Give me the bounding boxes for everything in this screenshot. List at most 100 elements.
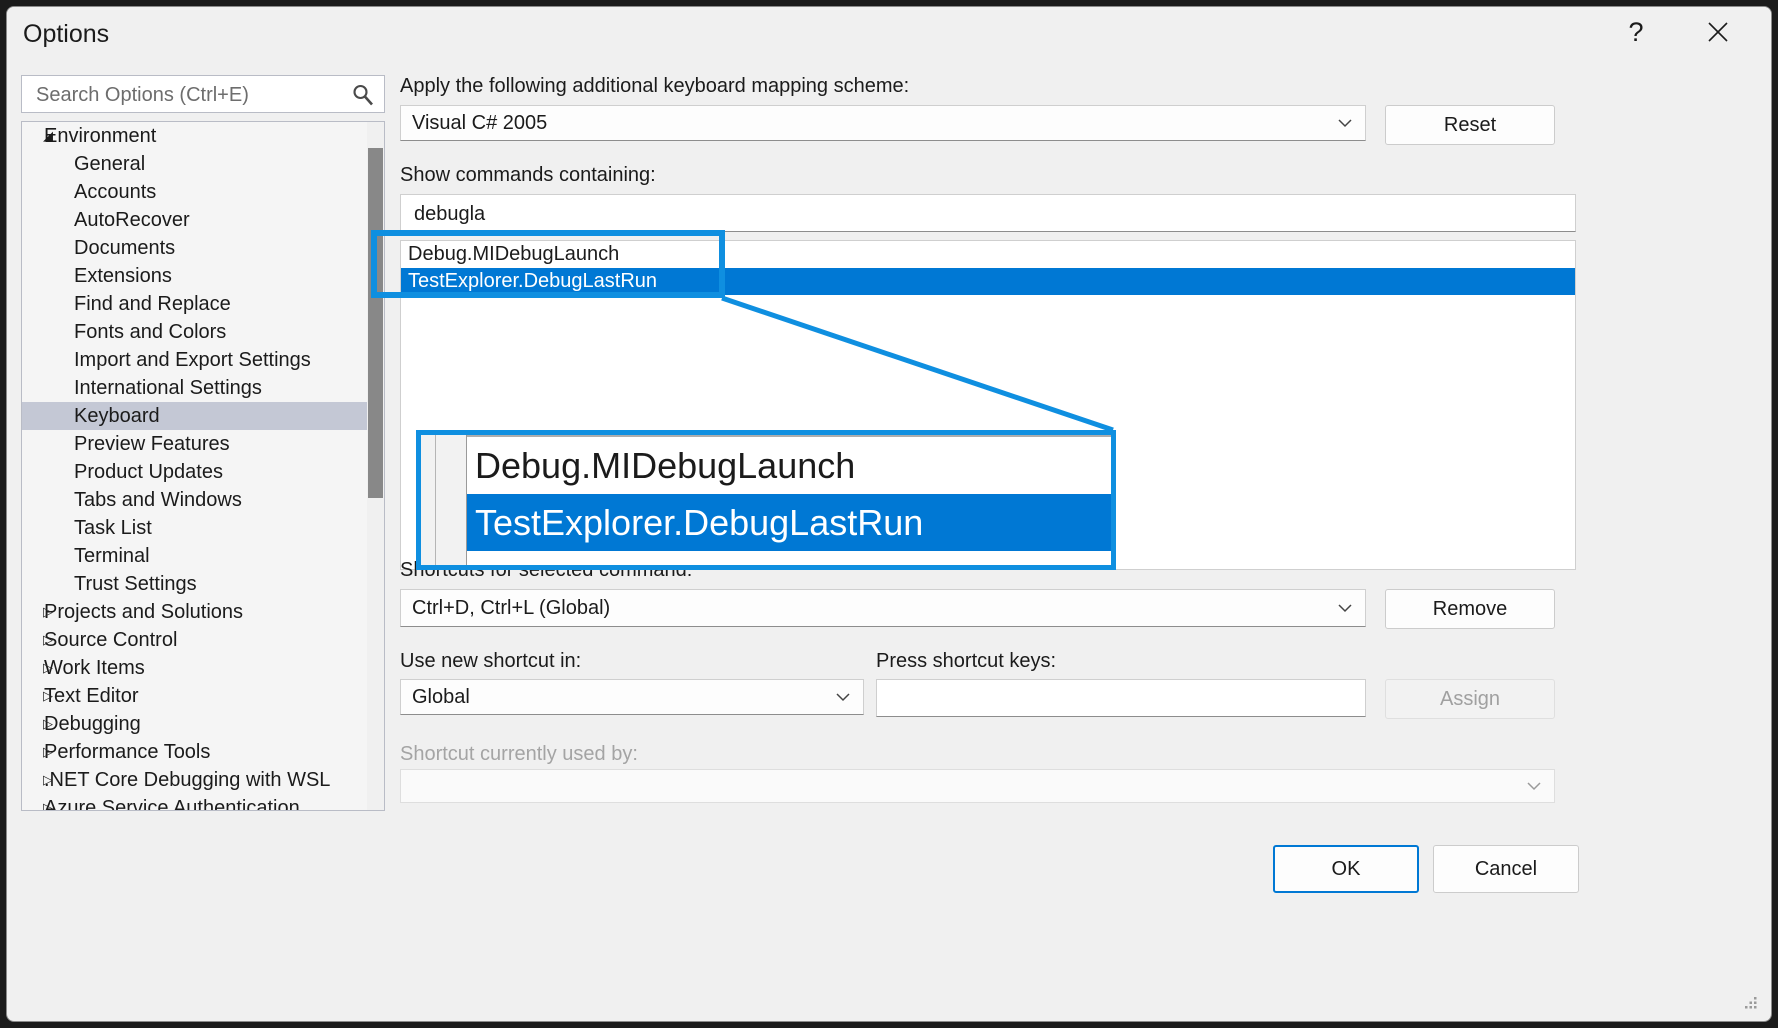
callout-gutter-left	[421, 435, 436, 565]
assign-button[interactable]: Assign	[1385, 679, 1555, 719]
tree-scrollbar-track[interactable]	[367, 122, 384, 810]
page-title: Options	[23, 20, 110, 48]
show-commands-containing-box[interactable]	[400, 194, 1576, 233]
callout-list-item-label: Debug.MIDebugLaunch	[475, 445, 856, 486]
sidebar-item-label: Preview Features	[74, 433, 230, 455]
sidebar-item-autorecover[interactable]: AutoRecover	[22, 206, 384, 234]
cancel-button[interactable]: Cancel	[1433, 845, 1579, 893]
filter-label: Show commands containing:	[400, 164, 656, 186]
use-new-shortcut-in-label: Use new shortcut in:	[400, 650, 582, 672]
search-box[interactable]	[21, 75, 385, 114]
title-bar: Options ?	[7, 7, 1771, 61]
tree-scrollbar-thumb[interactable]	[368, 148, 383, 498]
command-list-item-label: TestExplorer.DebugLastRun	[408, 270, 658, 292]
keyboard-mapping-scheme-combo[interactable]: Visual C# 2005	[400, 105, 1366, 141]
sidebar-item-azure-service-authentication[interactable]: ▷ Azure Service Authentication	[22, 794, 384, 811]
triangle-right-icon[interactable]: ▷	[43, 710, 57, 738]
triangle-right-icon[interactable]: ▷	[43, 794, 57, 810]
sidebar-item-net-core-debugging-with-wsl[interactable]: ▷ .NET Core Debugging with WSL	[22, 766, 384, 794]
sidebar-item-label: Work Items	[44, 657, 145, 679]
sidebar-item-label: Keyboard	[74, 405, 160, 427]
show-commands-containing-input[interactable]	[412, 195, 1568, 233]
sidebar-item-documents[interactable]: Documents	[22, 234, 384, 262]
shortcuts-for-command-value: Ctrl+D, Ctrl+L (Global)	[412, 596, 611, 619]
shortcut-used-by-combo[interactable]	[400, 769, 1555, 803]
chevron-down-icon	[1338, 604, 1352, 613]
callout-rows: Debug.MIDebugLaunch TestExplorer.DebugLas…	[467, 435, 1111, 565]
sidebar-item-label: Task List	[74, 517, 152, 539]
search-icon[interactable]	[351, 83, 375, 107]
close-button[interactable]	[1691, 7, 1745, 57]
keyboard-mapping-scheme-value: Visual C# 2005	[412, 111, 548, 134]
triangle-right-icon[interactable]: ▷	[43, 738, 57, 766]
sidebar-item-fonts-and-colors[interactable]: Fonts and Colors	[22, 318, 384, 346]
sidebar-item-work-items[interactable]: ▷ Work Items	[22, 654, 384, 682]
sidebar-item-label: Azure Service Authentication	[44, 797, 300, 811]
sidebar-item-label: Tabs and Windows	[74, 489, 242, 511]
sidebar-item-tabs-and-windows[interactable]: Tabs and Windows	[22, 486, 384, 514]
callout-list-empty-row	[467, 551, 1111, 565]
shortcut-used-by-label: Shortcut currently used by:	[400, 743, 638, 765]
sidebar-item-projects-and-solutions[interactable]: ▷ Projects and Solutions	[22, 598, 384, 626]
sidebar-item-keyboard[interactable]: Keyboard	[22, 402, 384, 430]
sidebar-item-international-settings[interactable]: International Settings	[22, 374, 384, 402]
resize-grip-icon[interactable]	[1743, 995, 1759, 1011]
sidebar-item-accounts[interactable]: Accounts	[22, 178, 384, 206]
sidebar-item-label: Trust Settings	[74, 573, 197, 595]
triangle-right-icon[interactable]: ▷	[43, 766, 57, 794]
sidebar-item-label: AutoRecover	[74, 209, 190, 231]
sidebar-item-label: Debugging	[44, 713, 141, 735]
chevron-down-icon	[1338, 119, 1352, 128]
sidebar-item-label: .NET Core Debugging with WSL	[44, 769, 331, 791]
options-tree[interactable]: ◢ Environment General Accounts AutoRecover Do…	[21, 121, 385, 811]
command-list-item[interactable]: TestExplorer.DebugLastRun	[401, 268, 1575, 295]
triangle-right-icon[interactable]: ▷	[43, 682, 57, 710]
remove-button[interactable]: Remove	[1385, 589, 1555, 629]
sidebar-item-find-and-replace[interactable]: Find and Replace	[22, 290, 384, 318]
sidebar-item-label: Extensions	[74, 265, 172, 287]
sidebar-item-label: Terminal	[74, 545, 150, 567]
sidebar-item-label: International Settings	[74, 377, 262, 399]
sidebar-item-task-list[interactable]: Task List	[22, 514, 384, 542]
triangle-down-icon[interactable]: ◢	[43, 122, 57, 150]
sidebar-item-extensions[interactable]: Extensions	[22, 262, 384, 290]
triangle-right-icon[interactable]: ▷	[43, 598, 57, 626]
tree-items: ◢ Environment General Accounts AutoRecover Do…	[22, 122, 384, 811]
triangle-right-icon[interactable]: ▷	[43, 654, 57, 682]
press-shortcut-keys-box[interactable]	[876, 679, 1366, 718]
sidebar-item-label: General	[74, 153, 146, 175]
callout-list-item: TestExplorer.DebugLastRun	[467, 494, 1111, 551]
sidebar-item-label: Text Editor	[44, 685, 139, 707]
sidebar-item-text-editor[interactable]: ▷ Text Editor	[22, 682, 384, 710]
ok-button[interactable]: OK	[1273, 845, 1419, 893]
sidebar-item-terminal[interactable]: Terminal	[22, 542, 384, 570]
sidebar-item-product-updates[interactable]: Product Updates	[22, 458, 384, 486]
command-list-item-label: Debug.MIDebugLaunch	[408, 243, 620, 265]
sidebar-item-label: Import and Export Settings	[74, 349, 311, 371]
help-button[interactable]: ?	[1609, 7, 1663, 57]
sidebar-item-label: Documents	[74, 237, 176, 259]
command-list-item[interactable]: Debug.MIDebugLaunch	[401, 241, 1575, 268]
sidebar-item-debugging[interactable]: ▷ Debugging	[22, 710, 384, 738]
shortcuts-for-command-combo[interactable]: Ctrl+D, Ctrl+L (Global)	[400, 589, 1366, 627]
sidebar-item-performance-tools[interactable]: ▷ Performance Tools	[22, 738, 384, 766]
sidebar-item-source-control[interactable]: ▷ Source Control	[22, 626, 384, 654]
question-mark-icon: ?	[1628, 16, 1644, 47]
sidebar-item-general[interactable]: General	[22, 150, 384, 178]
callout-gutter-inner	[436, 435, 467, 565]
reset-button[interactable]: Reset	[1385, 105, 1555, 145]
sidebar-item-trust-settings[interactable]: Trust Settings	[22, 570, 384, 598]
use-new-shortcut-in-combo[interactable]: Global	[400, 679, 864, 715]
use-new-shortcut-in-value: Global	[412, 685, 470, 708]
sidebar-item-label: Fonts and Colors	[74, 321, 227, 343]
sidebar-item-import-and-export-settings[interactable]: Import and Export Settings	[22, 346, 384, 374]
close-icon	[1708, 22, 1728, 42]
sidebar-item-preview-features[interactable]: Preview Features	[22, 430, 384, 458]
sidebar-item-label: Product Updates	[74, 461, 223, 483]
sidebar-item-label: Find and Replace	[74, 293, 231, 315]
triangle-right-icon[interactable]: ▷	[43, 626, 57, 654]
sidebar-item-environment[interactable]: ◢ Environment	[22, 122, 384, 150]
search-input[interactable]	[34, 76, 338, 114]
chevron-down-icon	[1527, 782, 1541, 791]
press-shortcut-keys-input[interactable]	[888, 680, 1358, 718]
